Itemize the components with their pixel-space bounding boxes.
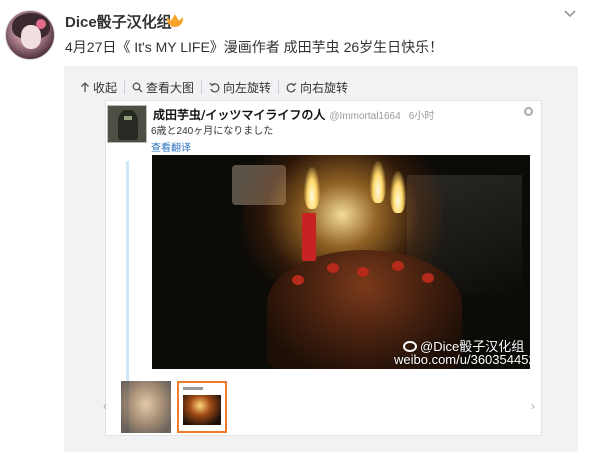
- thumbnail-1[interactable]: [121, 381, 171, 433]
- rotate-right-label: 向右旋转: [300, 80, 349, 95]
- gear-icon: [524, 107, 533, 116]
- cake-fruit: [327, 263, 339, 273]
- tweet-translate-link: 查看翻译: [151, 143, 191, 154]
- username[interactable]: Dice骰子汉化组: [65, 11, 172, 32]
- rotate-right-icon: [286, 82, 297, 92]
- collapse-button[interactable]: 收起: [80, 80, 124, 95]
- rotate-left-icon: [209, 82, 220, 92]
- thumbnail-strip: ‹ ›: [101, 379, 541, 435]
- cake-fruit: [392, 261, 404, 271]
- weibo-logo-icon: [403, 341, 417, 352]
- thumb-next-icon[interactable]: ›: [531, 399, 535, 413]
- chevron-down-icon[interactable]: [563, 7, 577, 21]
- tweet-header: 成田芋虫/イッツマイライフの人 @Immortal1664 6小时: [153, 106, 434, 123]
- rotate-right-button[interactable]: 向右旋转: [278, 80, 355, 95]
- view-large-label: 查看大图: [146, 80, 195, 95]
- view-large-button[interactable]: 查看大图: [124, 80, 201, 95]
- arrow-up-icon: [81, 81, 89, 92]
- magnifier-icon: [132, 82, 143, 92]
- candle-flame: [390, 171, 406, 213]
- cake-fruit: [292, 275, 304, 285]
- rotate-left-label: 向左旋转: [223, 80, 272, 95]
- watermark-url: weibo.com/u/3603544524: [394, 352, 530, 367]
- media-toolbar: 收起 查看大图 向左旋转 向右旋转: [80, 78, 355, 96]
- avatar-flower: [36, 19, 46, 29]
- user-avatar[interactable]: [5, 10, 55, 60]
- thumbnail-2-selected[interactable]: [177, 381, 227, 433]
- tweet-avatar: [107, 105, 147, 143]
- candle-flame: [370, 161, 386, 203]
- cake-fruit: [357, 267, 369, 277]
- collapse-label: 收起: [93, 80, 118, 95]
- media-panel: 收起 查看大图 向左旋转 向右旋转 成田芋虫/イッツマイライフの人 @Immort…: [64, 66, 578, 452]
- avatar-face: [21, 25, 41, 49]
- candle-flame: [304, 167, 320, 209]
- candle: [302, 213, 316, 261]
- tweet-text: 6歳と240ヶ月になりました: [151, 126, 274, 137]
- tweet-handle: @Immortal1664: [329, 111, 401, 122]
- tweet-time: 6小时: [408, 111, 435, 122]
- cake-fruit: [422, 273, 434, 283]
- tweet-author-name: 成田芋虫/イッツマイライフの人: [153, 108, 326, 122]
- crown-badge-icon: [167, 13, 183, 27]
- post-text: 4月27日《 It's MY LIFE》漫画作者 成田芋虫 26岁生日快乐！: [65, 39, 444, 55]
- thumb-prev-icon[interactable]: ‹: [103, 399, 107, 413]
- rotate-left-button[interactable]: 向左旋转: [201, 80, 278, 95]
- birthday-cake-photo: @Dice骰子汉化组 weibo.com/u/3603544524: [152, 155, 530, 369]
